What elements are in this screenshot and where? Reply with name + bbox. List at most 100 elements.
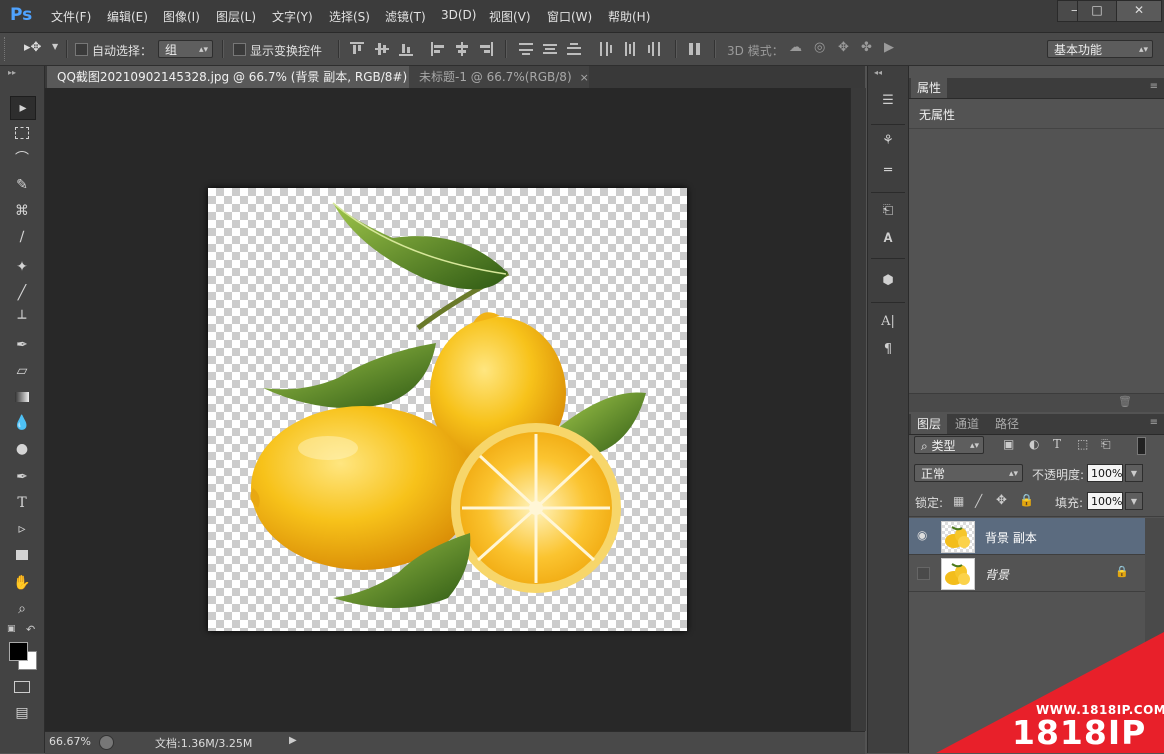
swap-colors-icon[interactable]: ↶: [26, 623, 35, 636]
align-right-icon[interactable]: [479, 42, 493, 56]
path-select-tool-icon[interactable]: ▹: [10, 518, 34, 540]
tab-layers[interactable]: 图层: [911, 414, 948, 434]
eraser-tool-icon[interactable]: ▱: [10, 360, 34, 382]
menu-view[interactable]: 视图(V): [489, 8, 531, 25]
brush-preset-icon[interactable]: ⚘: [876, 130, 900, 152]
tab-paths[interactable]: 路径: [989, 414, 1025, 434]
clone-source-icon[interactable]: ⎗: [876, 200, 900, 222]
default-colors-icon[interactable]: ▣: [7, 624, 17, 634]
clone-stamp-tool-icon[interactable]: ┴: [10, 308, 34, 330]
3d-slide-icon[interactable]: ✤: [861, 40, 872, 55]
distribute-hcenter-icon[interactable]: [623, 42, 637, 56]
menu-file[interactable]: 文件(F): [51, 8, 91, 25]
brush-tool-icon[interactable]: ╱: [10, 282, 34, 304]
align-top-icon[interactable]: [350, 42, 364, 56]
3d-panel-icon[interactable]: ⬢: [876, 270, 900, 292]
tab-channels[interactable]: 通道: [949, 414, 985, 434]
dodge-tool-icon[interactable]: ●: [10, 438, 34, 460]
layer-filter-dropdown[interactable]: ⌕ 类型 ▴▾: [914, 436, 984, 454]
layer-row-background-copy[interactable]: ◉ 背景 副本: [909, 518, 1145, 555]
distribute-left-icon[interactable]: [599, 42, 613, 56]
brush-panel-icon[interactable]: ═: [876, 160, 900, 182]
lock-all-icon[interactable]: 🔒: [1019, 493, 1034, 507]
move-tool-icon[interactable]: ▸✥: [24, 40, 41, 55]
show-transform-checkbox[interactable]: [233, 43, 246, 56]
paragraph-panel-icon[interactable]: ¶: [876, 339, 900, 361]
workspace-dropdown[interactable]: 基本功能 ▴▾: [1047, 40, 1153, 58]
fill-dropdown-arrow-icon[interactable]: ▼: [1125, 492, 1143, 510]
character-panel-icon[interactable]: A|: [876, 311, 900, 333]
eye-icon[interactable]: ◉: [917, 528, 927, 542]
menu-type[interactable]: 文字(Y): [272, 8, 313, 25]
tab-properties[interactable]: 属性: [911, 78, 948, 98]
vertical-scrollbar[interactable]: [850, 88, 866, 731]
auto-select-dropdown[interactable]: 组 ▴▾: [158, 40, 213, 58]
3d-scale-icon[interactable]: ▶: [884, 40, 894, 55]
collapse-icon[interactable]: ▸▸: [8, 68, 16, 77]
rectangle-tool-icon[interactable]: [10, 544, 34, 566]
tab-qq-screenshot[interactable]: QQ截图20210902145328.jpg @ 66.7% (背景 副本, R…: [47, 66, 434, 88]
distribute-top-icon[interactable]: [519, 42, 533, 56]
fill-input[interactable]: 100%: [1087, 492, 1123, 510]
lock-transparent-icon[interactable]: ▦: [953, 494, 964, 508]
blend-mode-dropdown[interactable]: 正常 ▴▾: [914, 464, 1023, 482]
align-vcenter-icon[interactable]: [375, 42, 389, 56]
eyedropper-tool-icon[interactable]: ∕: [10, 226, 34, 248]
screen-mode-icon[interactable]: ▤: [10, 702, 34, 724]
3d-pan-icon[interactable]: ✥: [838, 40, 849, 55]
hand-tool-icon[interactable]: ✋: [10, 572, 34, 594]
align-bottom-icon[interactable]: [399, 42, 413, 56]
opacity-input[interactable]: 100%: [1087, 464, 1123, 482]
3d-roll-icon[interactable]: ◎: [814, 40, 825, 55]
3d-rotate-icon[interactable]: ☁: [789, 40, 802, 55]
close-icon[interactable]: ×: [580, 71, 589, 84]
align-left-icon[interactable]: [431, 42, 445, 56]
chevron-down-icon[interactable]: ▼: [52, 42, 58, 51]
menu-layer[interactable]: 图层(L): [216, 8, 256, 25]
filter-toggle-switch[interactable]: [1137, 437, 1146, 455]
auto-select-checkbox[interactable]: [75, 43, 88, 56]
lock-pixels-icon[interactable]: ╱: [975, 494, 982, 508]
zoom-tool-icon[interactable]: ⌕: [10, 598, 34, 620]
layer-name[interactable]: 背景 副本: [985, 529, 1037, 546]
visibility-off-box[interactable]: [917, 567, 930, 580]
status-menu-arrow-icon[interactable]: ▶: [289, 735, 297, 746]
filter-adjustment-icon[interactable]: ◐: [1029, 437, 1039, 451]
layer-row-background[interactable]: 背景 🔒: [909, 555, 1145, 592]
opacity-dropdown-arrow-icon[interactable]: ▼: [1125, 464, 1143, 482]
distribute-right-icon[interactable]: [647, 42, 661, 56]
distribute-vcenter-icon[interactable]: [543, 42, 557, 56]
filter-smart-object-icon[interactable]: ⎗: [1101, 437, 1111, 452]
trash-icon[interactable]: 🗑: [1118, 395, 1132, 408]
menu-edit[interactable]: 编辑(E): [107, 8, 148, 25]
zoom-level[interactable]: 66.67%: [49, 735, 91, 748]
close-button[interactable]: ✕: [1116, 0, 1162, 22]
lasso-tool-icon[interactable]: ⌒: [10, 148, 34, 170]
lock-position-icon[interactable]: ✥: [996, 493, 1007, 508]
filter-shape-icon[interactable]: ⬚: [1077, 437, 1088, 451]
collapse-icon[interactable]: ◂◂: [874, 68, 882, 77]
layer-name[interactable]: 背景: [985, 566, 1009, 583]
distribute-bottom-icon[interactable]: [567, 42, 581, 56]
share-icon[interactable]: [99, 735, 114, 750]
history-panel-icon[interactable]: ☰: [876, 90, 900, 112]
filter-pixel-icon[interactable]: ▣: [1003, 437, 1014, 451]
move-tool-icon[interactable]: ▸: [10, 96, 36, 120]
auto-align-icon[interactable]: [688, 42, 702, 56]
document-canvas[interactable]: [208, 188, 687, 631]
quick-mask-icon[interactable]: [10, 676, 34, 698]
menu-select[interactable]: 选择(S): [329, 8, 370, 25]
menu-window[interactable]: 窗口(W): [547, 8, 592, 25]
menu-help[interactable]: 帮助(H): [608, 8, 650, 25]
blur-tool-icon[interactable]: 💧: [10, 412, 34, 434]
tab-untitled-1[interactable]: 未标题-1 @ 66.7%(RGB/8) ×: [409, 66, 589, 88]
align-hcenter-icon[interactable]: [455, 42, 469, 56]
panel-menu-icon[interactable]: ≡: [1150, 417, 1158, 428]
quick-select-tool-icon[interactable]: ✎: [10, 174, 34, 196]
menu-3d[interactable]: 3D(D): [441, 8, 476, 22]
menu-image[interactable]: 图像(I): [163, 8, 200, 25]
history-brush-tool-icon[interactable]: ✒: [10, 334, 34, 356]
pen-tool-icon[interactable]: ✒: [10, 466, 34, 488]
healing-brush-tool-icon[interactable]: ✦: [10, 256, 34, 278]
panel-menu-icon[interactable]: ≡: [1150, 81, 1158, 92]
